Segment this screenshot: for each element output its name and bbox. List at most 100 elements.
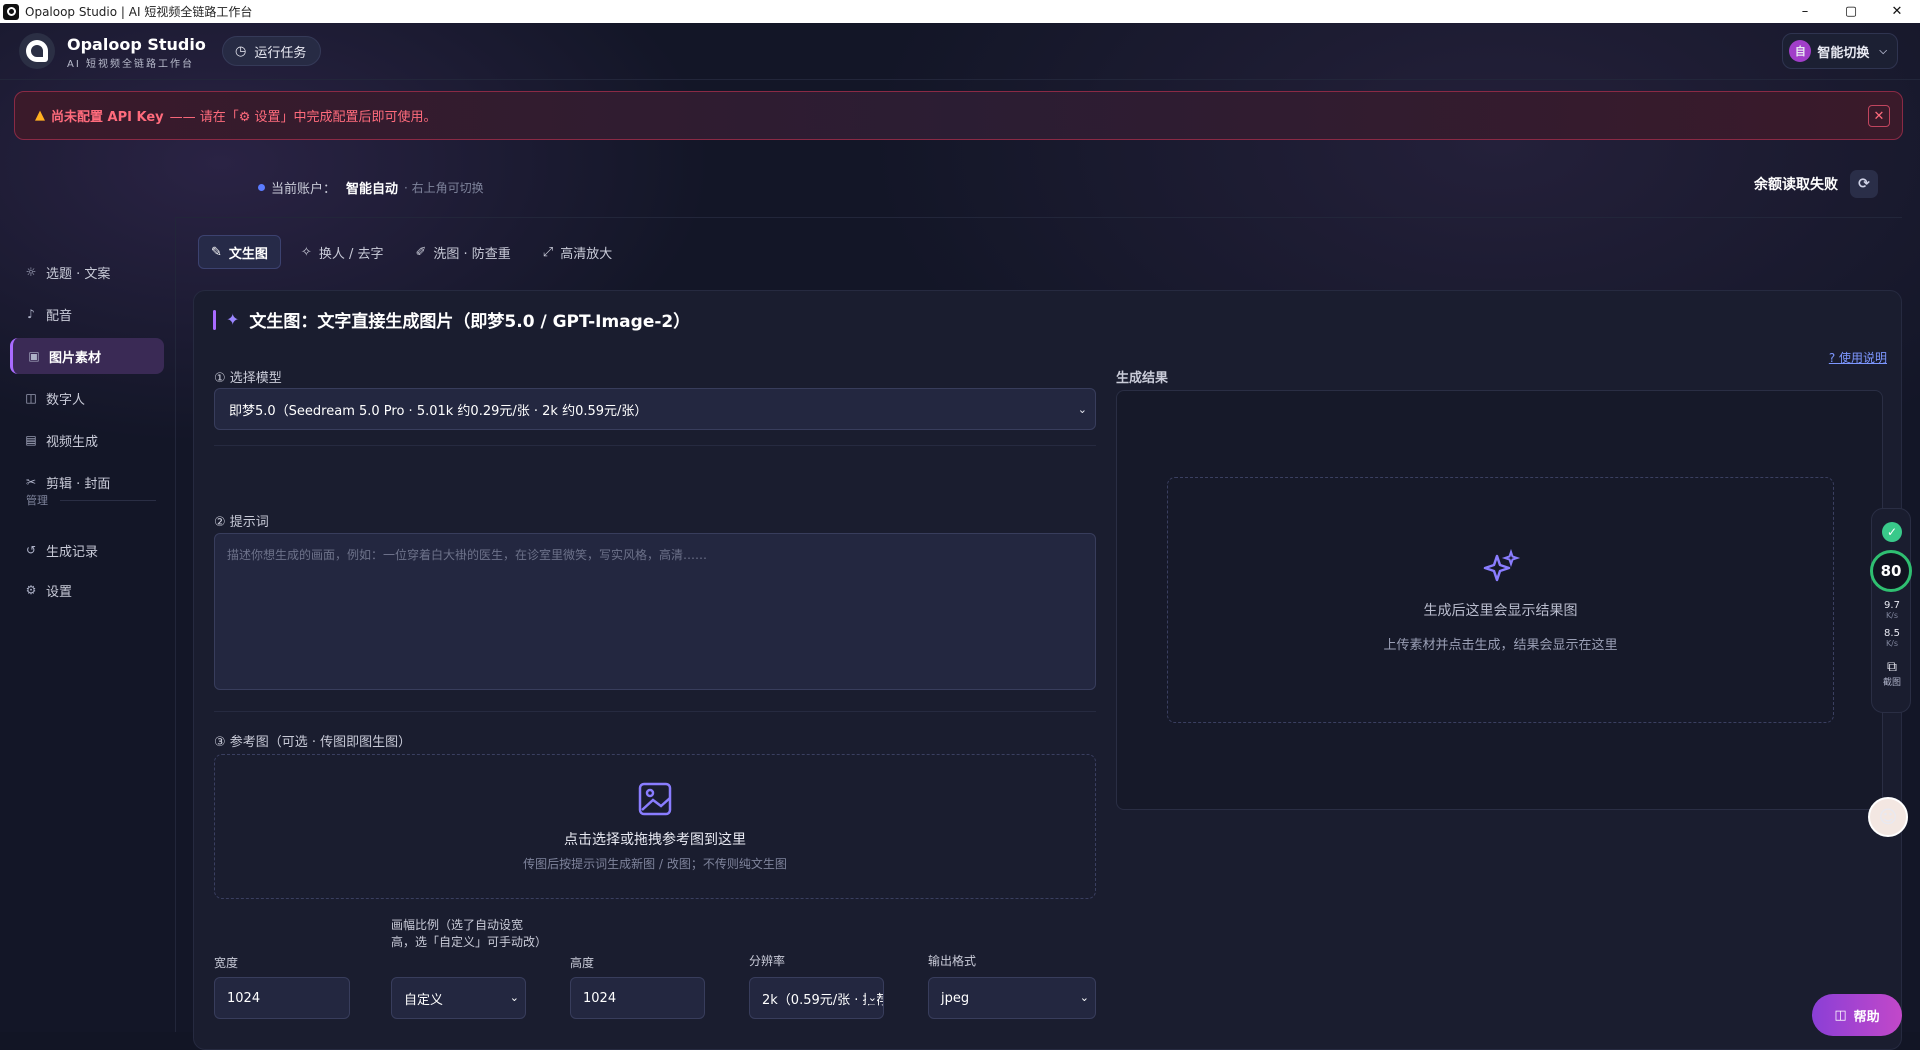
reference-dropzone[interactable]: 点击选择或拖拽参考图到这里 传图后按提示词生成新图 / 改图；不传则纯文生图 xyxy=(214,754,1096,899)
maximize-button[interactable]: ▢ xyxy=(1828,0,1874,23)
account-avatar: 自 xyxy=(1789,40,1812,62)
screenshot-button[interactable]: ⧉ 截图 xyxy=(1872,659,1912,688)
sidebar-item-topics[interactable]: ☼ 选题 · 文案 xyxy=(10,254,164,290)
assistant-avatar[interactable]: ☺ xyxy=(1868,797,1908,837)
sidebar-item-voice[interactable]: ♪ 配音 xyxy=(10,296,164,332)
download-speed-unit: K/s xyxy=(1885,639,1899,648)
title-accent xyxy=(213,309,216,330)
prompt-input[interactable]: 描述你想生成的画面，例如：一位穿着白大褂的医生，在诊室里微笑，写实风格，高清…… xyxy=(214,533,1096,690)
close-window-button[interactable]: ✕ xyxy=(1874,0,1920,23)
lightbulb-icon: ☼ xyxy=(25,265,37,279)
tab-label: 文生图 xyxy=(228,246,268,262)
robot-icon: ◫ xyxy=(25,391,37,405)
balance: 余额读取失败 ⟳ xyxy=(1754,170,1878,198)
text-to-image-panel: ✦ 文生图：文字直接生成图片（即梦5.0 / GPT-Image-2） ? 使用… xyxy=(193,290,1902,1050)
divider xyxy=(176,217,1902,218)
sidebar-item-label: 生成记录 xyxy=(46,544,99,560)
chevron-down-icon: ⌄ xyxy=(1077,991,1089,1004)
reference-label: ③ 参考图（可选 · 传图即图生图） xyxy=(214,735,412,750)
tab-wash-image[interactable]: ✐ 洗图 · 防查重 xyxy=(403,235,522,269)
panel-title: ✦ 文生图：文字直接生成图片（即梦5.0 / GPT-Image-2） xyxy=(213,307,690,332)
clapper-icon: ▤ xyxy=(25,433,37,447)
upload-speed-unit: K/s xyxy=(1885,611,1899,620)
alert-text: —— 请在「⚙ 设置」中完成配置后即可使用。 xyxy=(169,110,437,125)
brand-name: Opaloop Studio xyxy=(67,35,206,54)
upload-speed-value: 9.7 xyxy=(1884,600,1900,611)
sidebar-item-video[interactable]: ▤ 视频生成 xyxy=(10,422,164,458)
sidebar-item-history[interactable]: ↺ 生成记录 xyxy=(10,532,164,568)
warning-icon: ▲ xyxy=(35,108,45,123)
account-switcher-label: 智能切换 xyxy=(1817,45,1870,61)
chevron-down-icon: ⌄ xyxy=(865,991,877,1004)
result-placeholder: 生成后这里会显示结果图 上传素材并点击生成，结果会显示在这里 xyxy=(1167,477,1834,723)
dropzone-main-text: 点击选择或拖拽参考图到这里 xyxy=(564,832,746,848)
download-speed: 8.5 K/s xyxy=(1872,629,1912,649)
sidebar-item-label: 视频生成 xyxy=(46,434,99,450)
model-select-value: 即梦5.0（Seedream 5.0 Pro · 5.01k 约0.29元/张 … xyxy=(229,403,648,419)
history-icon: ↺ xyxy=(25,543,37,557)
ratio-label: 画幅比例（选了自动设宽高，选「自定义」可手动改） xyxy=(391,918,548,949)
current-account: 当前账户： 智能自动 · 右上角可切换 xyxy=(258,178,484,197)
account-line-hint: · 右上角可切换 xyxy=(404,181,484,195)
assistant-face-icon: ☺ xyxy=(1878,806,1898,828)
usage-help-link[interactable]: ? 使用说明 xyxy=(1829,349,1887,366)
width-label: 宽度 xyxy=(214,956,239,970)
minimize-button[interactable]: – xyxy=(1782,0,1828,23)
screenshot-label: 截图 xyxy=(1882,678,1901,688)
chevron-down-icon: ⌄ xyxy=(1077,402,1087,416)
divider xyxy=(214,711,1096,712)
performance-score: 80 xyxy=(1870,550,1912,592)
divider xyxy=(214,445,1096,446)
tool-tabs: ✎ 文生图 ✧ 换人 / 去字 ✐ 洗图 · 防查重 ⤢ 高清放大 xyxy=(198,235,624,269)
width-input[interactable]: 1024 xyxy=(214,977,350,1019)
image-upload-icon xyxy=(638,782,672,816)
width-value: 1024 xyxy=(227,990,261,1006)
help-button-label: 帮助 xyxy=(1853,1009,1880,1025)
sidebar-item-settings[interactable]: ⚙ 设置 xyxy=(10,572,164,608)
sparkle-icon xyxy=(1483,548,1520,581)
screenshot-icon: ⧉ xyxy=(1887,659,1897,675)
balance-text: 余额读取失败 xyxy=(1754,177,1838,193)
sparkle-icon: ✦ xyxy=(226,310,240,329)
height-input[interactable]: 1024 xyxy=(570,977,705,1019)
sidebar-item-label: 剪辑 · 封面 xyxy=(46,476,111,492)
alert-prefix: 尚未配置 API Key xyxy=(51,110,164,125)
close-alert-button[interactable]: ✕ xyxy=(1868,105,1890,127)
sidebar-item-images[interactable]: ▣ 图片素材 xyxy=(10,338,164,374)
clock-icon: ◷ xyxy=(235,43,247,59)
model-select[interactable]: 即梦5.0（Seedream 5.0 Pro · 5.01k 约0.29元/张 … xyxy=(214,388,1096,430)
sidebar-item-avatar[interactable]: ◫ 数字人 xyxy=(10,380,164,416)
format-value: jpeg xyxy=(941,990,970,1006)
ratio-value: 自定义 xyxy=(404,992,444,1008)
resolution-label: 分辨率 xyxy=(749,954,786,968)
run-tasks-label: 运行任务 xyxy=(254,45,307,61)
account-line-label: 当前账户： xyxy=(271,182,337,197)
app: Opaloop Studio AI 短视频全链路工作台 ◷ 运行任务 自 智能切… xyxy=(0,23,1920,1050)
window-title: Opaloop Studio | AI 短视频全链路工作台 xyxy=(25,5,253,19)
divider xyxy=(60,500,156,501)
result-hint: 上传素材并点击生成，结果会显示在这里 xyxy=(1383,637,1618,653)
run-tasks-button[interactable]: ◷ 运行任务 xyxy=(222,36,322,66)
tab-upscale[interactable]: ⤢ 高清放大 xyxy=(531,235,624,269)
brush-icon: ✐ xyxy=(415,244,427,260)
check-icon: ✓ xyxy=(1872,521,1912,542)
sidebar: ☼ 选题 · 文案 ♪ 配音 ▣ 图片素材 ◫ 数字人 ▤ 视频生成 ✂ 剪辑 · 封面 xyxy=(0,217,176,1032)
account-line-value: 智能自动 xyxy=(346,182,399,197)
sidebar-item-label: 设置 xyxy=(46,584,73,600)
result-area: 生成后这里会显示结果图 上传素材并点击生成，结果会显示在这里 xyxy=(1116,390,1883,810)
scissors-icon: ✂ xyxy=(25,475,37,489)
chevron-down-icon: ⌄ xyxy=(507,991,519,1004)
resolution-select[interactable]: 2k（0.59元/张 · 推荐）⌄ xyxy=(749,977,884,1019)
help-button[interactable]: ◫ 帮助 xyxy=(1812,994,1902,1036)
tab-swap-person[interactable]: ✧ 换人 / 去字 xyxy=(289,235,396,269)
format-select[interactable]: jpeg ⌄ xyxy=(928,977,1096,1019)
dropzone-hint: 传图后按提示词生成新图 / 改图；不传则纯文生图 xyxy=(523,857,787,871)
mic-icon: ♪ xyxy=(27,307,35,321)
sidebar-section-label: 管理 xyxy=(26,494,48,507)
refresh-balance-button[interactable]: ⟳ xyxy=(1850,170,1878,198)
tab-text-to-image[interactable]: ✎ 文生图 xyxy=(198,235,281,269)
account-switcher[interactable]: 自 智能切换 ⌵ xyxy=(1782,33,1898,69)
brand-logo-icon xyxy=(19,33,55,69)
ratio-select[interactable]: 自定义 ⌄ xyxy=(391,977,526,1019)
robot-icon: ◫ xyxy=(1834,1007,1847,1023)
